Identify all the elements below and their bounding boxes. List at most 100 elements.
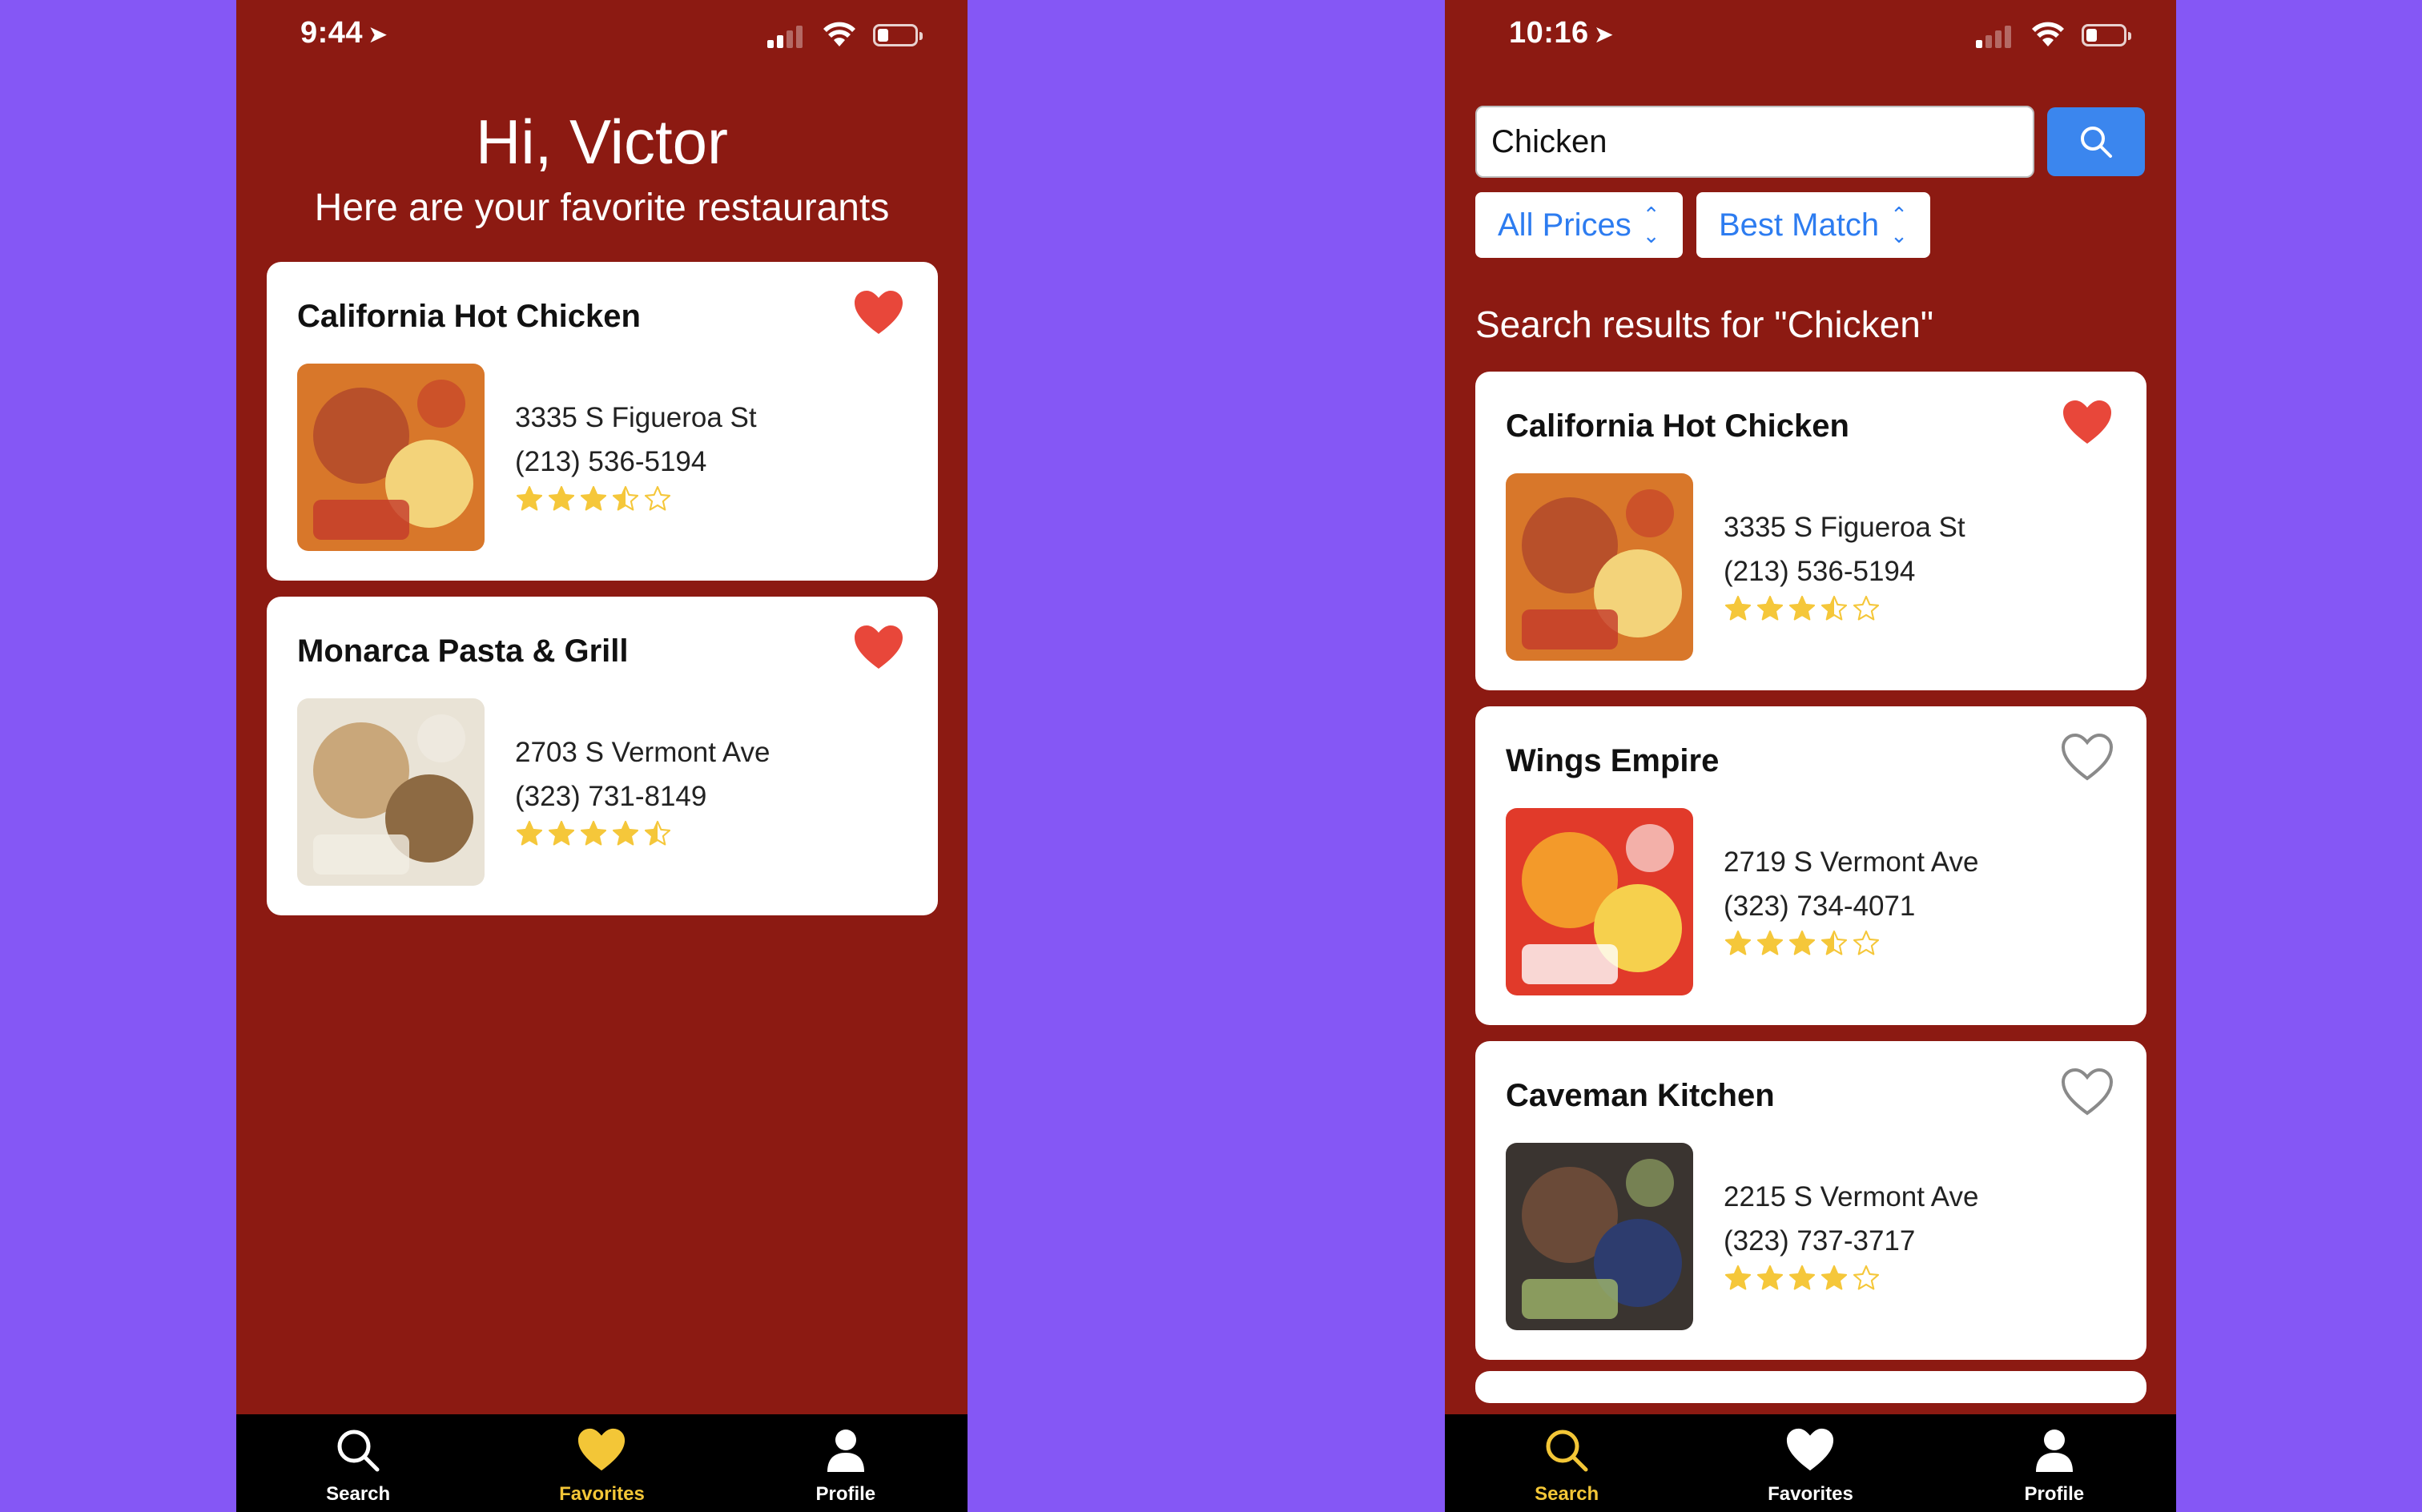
list-item-partial[interactable] <box>1475 1371 2146 1403</box>
restaurant-address: 3335 S Figueroa St <box>515 402 757 433</box>
status-time: 9:44 ➤ <box>300 16 388 50</box>
search-icon <box>337 1430 380 1472</box>
restaurant-phone: (323) 734-4071 <box>1724 891 1916 922</box>
search-icon <box>2081 127 2112 158</box>
restaurant-thumbnail <box>297 364 485 551</box>
chevron-up-down-icon: ⌃ ⌄ <box>1890 203 1908 247</box>
star-icon <box>516 485 543 511</box>
star-icon <box>1788 930 1816 955</box>
sort-filter-label: Best Match <box>1719 207 1880 243</box>
tab-bar: Search Favorites Profile <box>1445 1414 2176 1512</box>
restaurant-address: 2215 S Vermont Ave <box>1724 1181 1979 1212</box>
restaurant-card[interactable]: California Hot Chicken 3335 S Figueroa S… <box>267 262 938 581</box>
search-input[interactable] <box>1475 106 2034 178</box>
cellular-signal-icon <box>767 24 806 48</box>
battery-level <box>878 29 889 42</box>
star-icon <box>1724 1265 1752 1290</box>
restaurant-card[interactable]: Wings Empire 2719 S Vermont Ave (323) 73… <box>1475 706 2146 1025</box>
star-rating <box>515 485 672 517</box>
star-rating <box>1724 594 1881 626</box>
star-icon <box>1821 595 1848 621</box>
restaurant-photo <box>297 698 485 886</box>
price-filter-button[interactable]: All Prices ⌃ ⌄ <box>1475 192 1683 258</box>
restaurant-name: Wings Empire <box>1506 743 1720 778</box>
tab-profile[interactable]: Profile <box>1933 1414 2176 1512</box>
tab-favorites[interactable]: Favorites <box>1688 1414 1932 1512</box>
battery-icon <box>873 24 923 46</box>
star-icon <box>548 485 575 511</box>
location-arrow-icon: ➤ <box>1593 22 1615 48</box>
star-icon <box>1756 1265 1784 1290</box>
star-icon <box>644 485 671 511</box>
heart-icon <box>578 1428 626 1471</box>
star-icon <box>612 485 639 511</box>
star-icon <box>580 485 607 511</box>
battery-level <box>2086 29 2098 42</box>
restaurant-phone: (323) 731-8149 <box>515 781 707 812</box>
restaurant-phone: (213) 536-5194 <box>1724 556 1916 587</box>
status-bar: 9:44 ➤ <box>236 0 968 74</box>
restaurant-thumbnail <box>297 698 485 886</box>
star-icon <box>1853 1265 1880 1290</box>
star-icon <box>548 820 575 846</box>
restaurant-card[interactable]: California Hot Chicken 3335 S Figueroa S… <box>1475 372 2146 690</box>
restaurant-name: California Hot Chicken <box>1506 408 1849 444</box>
price-filter-label: All Prices <box>1498 207 1631 243</box>
star-icon <box>1788 595 1816 621</box>
favorite-heart-outline-icon[interactable] <box>2062 734 2113 782</box>
tab-profile[interactable]: Profile <box>724 1414 968 1512</box>
star-rating <box>1724 1264 1881 1296</box>
search-button[interactable] <box>2047 107 2145 176</box>
restaurant-photo <box>1506 1143 1693 1330</box>
restaurant-card[interactable]: Caveman Kitchen 2215 S Vermont Ave (323)… <box>1475 1041 2146 1360</box>
tab-search[interactable]: Search <box>236 1414 480 1512</box>
wifi-icon <box>823 22 855 46</box>
greeting-title: Hi, Victor <box>476 107 728 177</box>
heart-icon <box>1787 1428 1834 1471</box>
person-icon <box>827 1430 864 1472</box>
sort-filter-button[interactable]: Best Match ⌃ ⌄ <box>1696 192 1930 258</box>
search-screen: 10:16➤ All Prices ⌃⌄ Best Match ⌃⌄ Searc… <box>1445 0 2176 1512</box>
restaurant-photo <box>297 364 485 551</box>
star-icon <box>1724 930 1752 955</box>
favorite-heart-icon[interactable] <box>2062 399 2113 447</box>
tab-search[interactable]: Search <box>1445 1414 1688 1512</box>
star-icon <box>1756 930 1784 955</box>
tab-label: Favorites <box>559 1483 645 1505</box>
greeting-subtitle: Here are your favorite restaurants <box>314 187 890 229</box>
star-icon <box>1724 595 1752 621</box>
restaurant-phone: (323) 737-3717 <box>1724 1225 1916 1257</box>
restaurant-name: California Hot Chicken <box>297 299 641 334</box>
restaurant-thumbnail <box>1506 473 1693 661</box>
status-time: 10:16 ➤ <box>1509 16 1614 50</box>
favorite-heart-icon[interactable] <box>853 289 904 337</box>
favorites-screen: 9:44 ➤ Hi, Victor Here are your favorite … <box>236 0 968 1512</box>
status-time-text: 9:44 <box>300 16 364 50</box>
restaurant-card[interactable]: Monarca Pasta & Grill 2703 S Vermont Ave… <box>267 597 938 915</box>
tab-label: Search <box>1535 1483 1599 1505</box>
favorite-heart-icon[interactable] <box>853 624 904 672</box>
battery-icon <box>2082 24 2131 46</box>
restaurant-name: Caveman Kitchen <box>1506 1078 1775 1113</box>
star-icon <box>1788 1265 1816 1290</box>
results-heading: Search results for "Chicken" <box>1475 304 1934 345</box>
tab-label: Favorites <box>1768 1483 1853 1505</box>
tab-favorites[interactable]: Favorites <box>480 1414 723 1512</box>
star-icon <box>1821 1265 1848 1290</box>
star-icon <box>644 820 671 846</box>
favorite-heart-outline-icon[interactable] <box>2062 1068 2113 1116</box>
star-icon <box>580 820 607 846</box>
chevron-up-down-icon: ⌃ ⌄ <box>1642 203 1660 247</box>
restaurant-photo <box>1506 808 1693 995</box>
search-icon <box>1546 1430 1588 1472</box>
person-icon <box>2035 1430 2073 1472</box>
restaurant-address: 2703 S Vermont Ave <box>515 737 770 768</box>
location-arrow-icon: ➤ <box>368 22 388 48</box>
tab-label: Profile <box>2024 1483 2085 1505</box>
status-bar: 10:16 ➤ <box>1445 0 2176 74</box>
star-icon <box>1821 930 1848 955</box>
restaurant-thumbnail <box>1506 1143 1693 1330</box>
restaurant-name: Monarca Pasta & Grill <box>297 633 629 669</box>
star-icon <box>1756 595 1784 621</box>
tab-label: Profile <box>815 1483 876 1505</box>
